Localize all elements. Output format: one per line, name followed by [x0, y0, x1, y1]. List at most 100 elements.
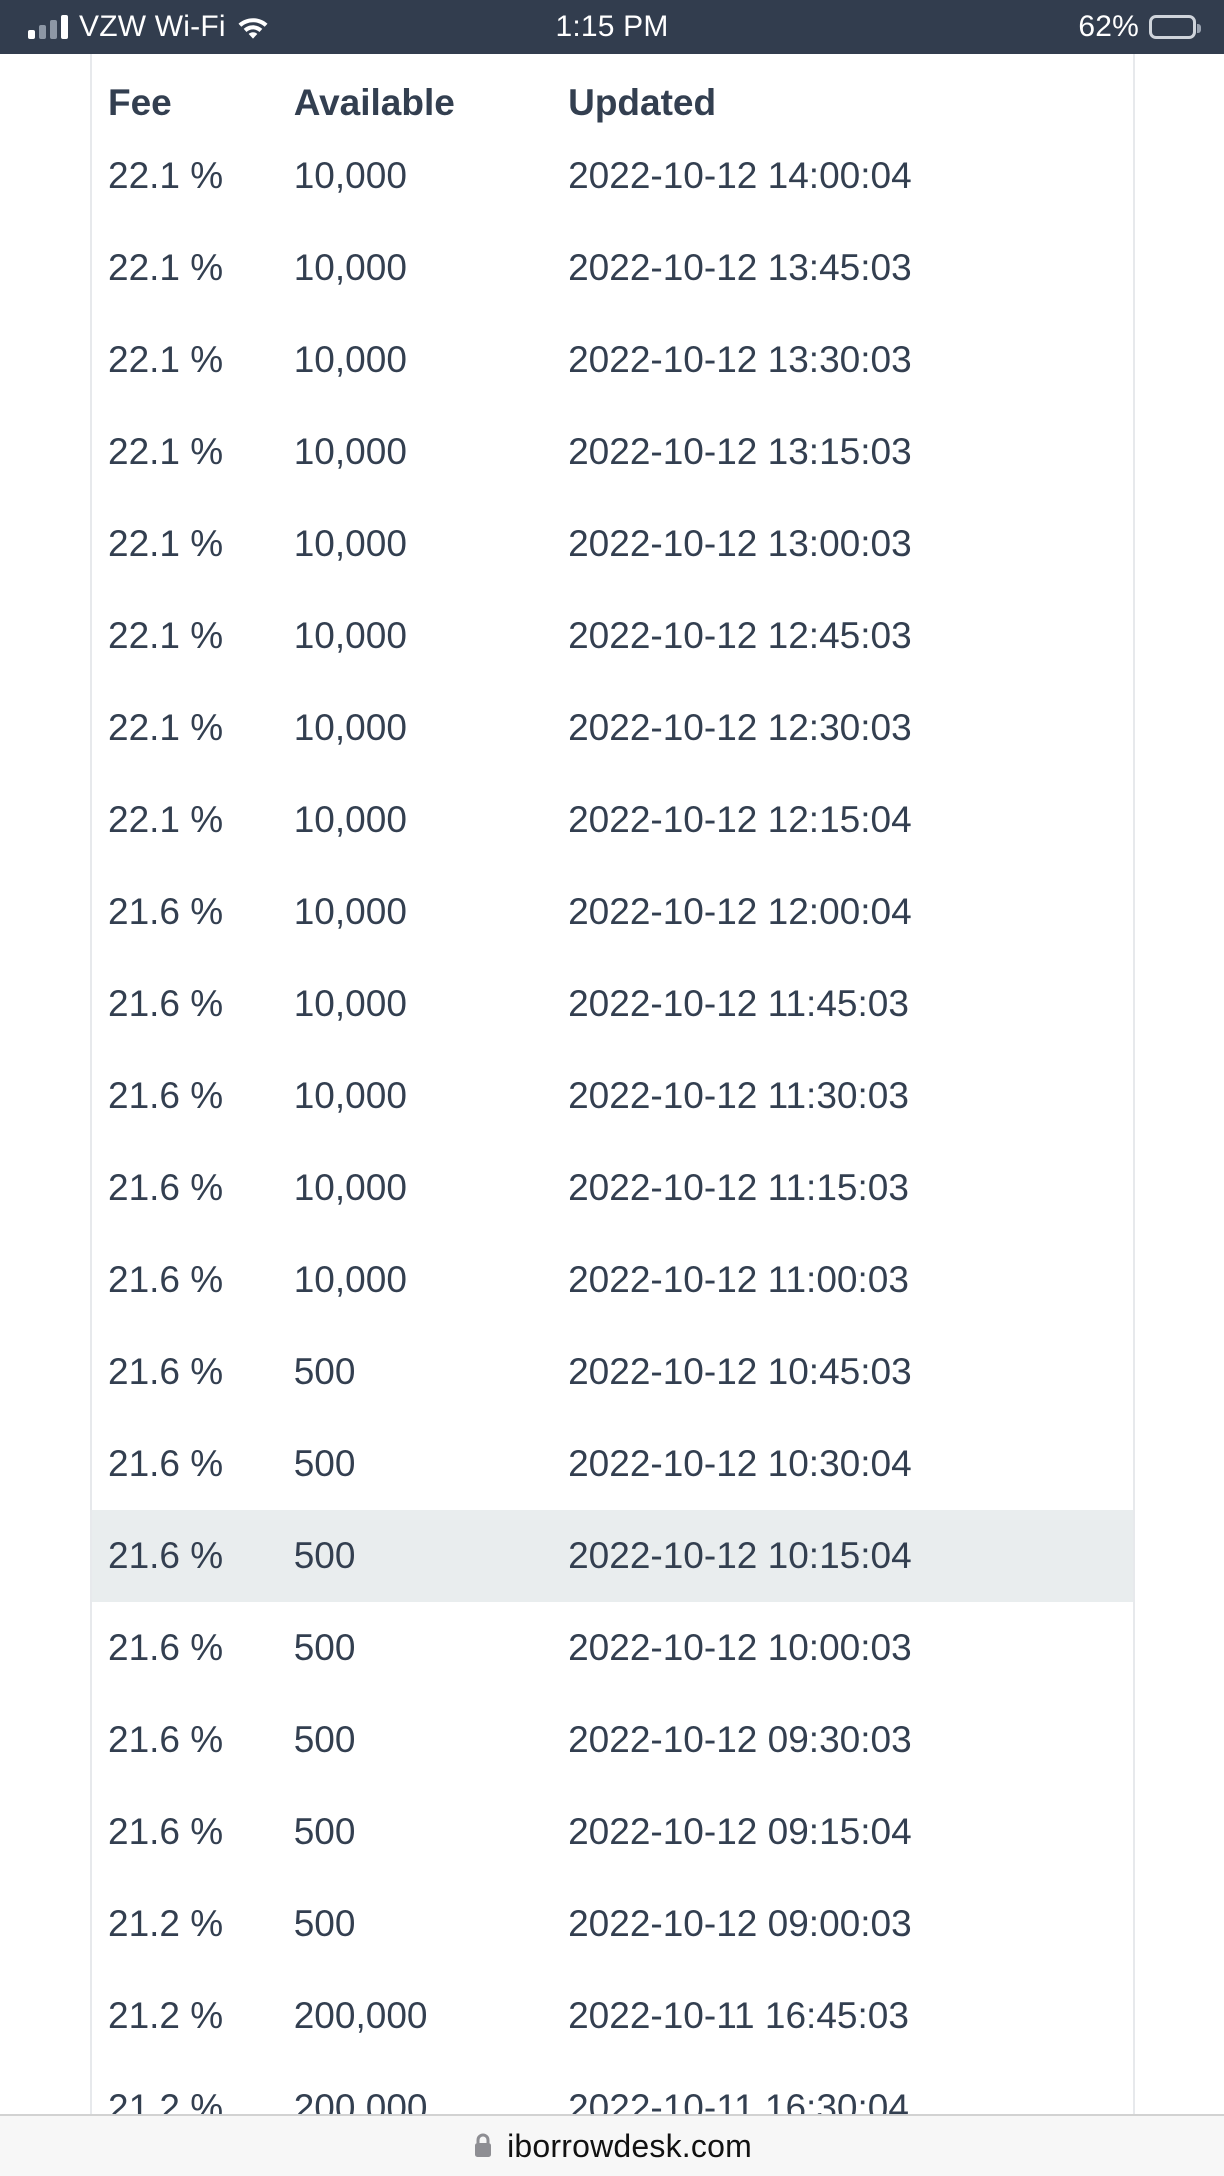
table-row[interactable]: 21.6 % 500 2022-10-12 09:30:03: [92, 1694, 1133, 1786]
cell-available: 200,000: [293, 2087, 428, 2114]
table-row[interactable]: 22.1 % 10,000 2022-10-12 14:00:04: [92, 130, 1133, 222]
cell-fee: 21.6 %: [108, 1167, 224, 1208]
battery-percent-label: 62%: [1078, 10, 1139, 43]
cell-updated: 2022-10-12 10:00:03: [568, 1627, 912, 1668]
cell-updated: 2022-10-12 12:45:03: [568, 615, 912, 656]
cell-fee: 21.2 %: [108, 1903, 224, 1944]
table-row[interactable]: 21.6 % 10,000 2022-10-12 11:15:03: [92, 1142, 1133, 1234]
table-row[interactable]: 21.2 % 500 2022-10-12 09:00:03: [92, 1878, 1133, 1970]
cell-updated: 2022-10-12 11:00:03: [568, 1259, 909, 1300]
cell-updated: 2022-10-12 13:30:03: [568, 339, 912, 380]
cell-available: 10,000: [293, 523, 407, 564]
cell-updated: 2022-10-12 11:45:03: [568, 983, 909, 1024]
cell-available: 500: [293, 1627, 356, 1668]
cell-fee: 22.1 %: [108, 523, 224, 564]
table-row[interactable]: 22.1 % 10,000 2022-10-12 12:45:03: [92, 590, 1133, 682]
cell-fee: 22.1 %: [108, 799, 224, 840]
cell-updated: 2022-10-12 09:00:03: [568, 1903, 912, 1944]
cell-updated: 2022-10-12 10:30:04: [568, 1443, 912, 1484]
status-bar-left: VZW Wi-Fi: [28, 10, 269, 44]
column-header-available[interactable]: Available: [294, 54, 568, 130]
cell-fee: 21.6 %: [108, 1627, 224, 1668]
cell-available: 500: [293, 1719, 356, 1760]
table-row[interactable]: 21.6 % 10,000 2022-10-12 11:45:03: [92, 958, 1133, 1050]
cell-available: 500: [293, 1351, 356, 1392]
cell-available: 10,000: [293, 891, 407, 932]
status-bar-right: 62%: [1078, 10, 1201, 44]
table-row[interactable]: 22.1 % 10,000 2022-10-12 13:45:03: [92, 222, 1133, 314]
cell-fee: 22.1 %: [108, 155, 224, 196]
cell-fee: 22.1 %: [108, 707, 224, 748]
cell-fee: 21.6 %: [108, 1075, 224, 1116]
cell-fee: 21.6 %: [108, 983, 224, 1024]
cell-updated: 2022-10-12 12:15:04: [568, 799, 912, 840]
cell-updated: 2022-10-12 09:30:03: [568, 1719, 912, 1760]
cell-available: 500: [293, 1903, 356, 1944]
cell-fee: 22.1 %: [108, 431, 224, 472]
battery-icon: [1149, 15, 1201, 39]
cell-fee: 21.2 %: [108, 1995, 224, 2036]
cell-available: 10,000: [293, 431, 407, 472]
cell-available: 10,000: [293, 1259, 407, 1300]
cell-fee: 21.6 %: [108, 1811, 224, 1852]
short-availability-table: Fee Available Updated 22.1 % 10,000 2022-1…: [92, 54, 1133, 2114]
cell-available: 10,000: [293, 247, 407, 288]
table-row[interactable]: 21.6 % 10,000 2022-10-12 11:30:03: [92, 1050, 1133, 1142]
cell-fee: 22.1 %: [108, 247, 224, 288]
site-url-label[interactable]: iborrowdesk.com: [507, 2128, 752, 2165]
cell-available: 10,000: [293, 983, 407, 1024]
cell-available: 10,000: [293, 1075, 407, 1116]
signal-bars-icon: [28, 15, 68, 39]
wifi-icon: [237, 15, 269, 39]
cell-available: 10,000: [293, 615, 407, 656]
cell-available: 500: [293, 1443, 356, 1484]
table-row[interactable]: 21.6 % 10,000 2022-10-12 12:00:04: [92, 866, 1133, 958]
table-row[interactable]: 22.1 % 10,000 2022-10-12 13:30:03: [92, 314, 1133, 406]
cell-available: 10,000: [293, 1167, 407, 1208]
cell-fee: 21.6 %: [108, 1351, 224, 1392]
cell-updated: 2022-10-12 11:30:03: [568, 1075, 909, 1116]
cell-updated: 2022-10-12 12:00:04: [568, 891, 912, 932]
cell-available: 10,000: [293, 799, 407, 840]
table-row[interactable]: 21.6 % 500 2022-10-12 10:00:03: [92, 1602, 1133, 1694]
table-row[interactable]: 22.1 % 10,000 2022-10-12 12:15:04: [92, 774, 1133, 866]
table-row[interactable]: 21.2 % 200,000 2022-10-11 16:30:04: [92, 2062, 1133, 2114]
cell-available: 500: [293, 1510, 569, 1602]
table-row[interactable]: 22.1 % 10,000 2022-10-12 13:00:03: [92, 498, 1133, 590]
cell-fee: 21.6 %: [92, 1510, 294, 1602]
cell-available: 10,000: [293, 155, 407, 196]
column-header-fee[interactable]: Fee: [92, 54, 294, 130]
cell-updated: 2022-10-12 12:30:03: [568, 707, 912, 748]
table-body: 22.1 % 10,000 2022-10-12 14:00:04 22.1 % 10,…: [92, 130, 1133, 2114]
table-header-row: Fee Available Updated: [92, 54, 1133, 130]
table-row[interactable]: 21.6 % 500 2022-10-12 09:15:04: [92, 1786, 1133, 1878]
cell-available: 200,000: [293, 1995, 428, 2036]
table-row[interactable]: 21.6 % 10,000 2022-10-12 11:00:03: [92, 1234, 1133, 1326]
table-row[interactable]: 21.6 % 500 2022-10-12 10:45:03: [92, 1326, 1133, 1418]
table-row[interactable]: 21.6 % 500 2022-10-12 10:30:04: [92, 1418, 1133, 1510]
cell-fee: 22.1 %: [108, 339, 224, 380]
column-header-updated[interactable]: Updated: [568, 54, 1133, 130]
cell-fee: 21.2 %: [108, 2087, 224, 2114]
lock-icon: [472, 2132, 494, 2160]
cell-updated: 2022-10-11 16:30:04: [568, 2087, 909, 2114]
table-header: Fee Available Updated: [92, 54, 1133, 130]
cell-updated: 2022-10-12 10:45:03: [568, 1351, 912, 1392]
table-row[interactable]: 22.1 % 10,000 2022-10-12 13:15:03: [92, 406, 1133, 498]
cell-available: 500: [293, 1811, 356, 1852]
table-container[interactable]: Fee Available Updated 22.1 % 10,000 2022-1…: [90, 54, 1135, 2114]
browser-bottom-bar: iborrowdesk.com: [0, 2114, 1224, 2176]
table-row[interactable]: 22.1 % 10,000 2022-10-12 12:30:03: [92, 682, 1133, 774]
cell-fee: 21.6 %: [108, 1719, 224, 1760]
cell-fee: 21.6 %: [108, 1443, 224, 1484]
cell-fee: 22.1 %: [108, 615, 224, 656]
cell-updated: 2022-10-11 16:45:03: [568, 1995, 909, 2036]
table-row[interactable]: 21.2 % 200,000 2022-10-11 16:45:03: [92, 1970, 1133, 2062]
carrier-label: VZW Wi-Fi: [79, 10, 226, 43]
cell-updated: 2022-10-12 11:15:03: [568, 1167, 909, 1208]
table-row[interactable]: 21.6 % 500 2022-10-12 10:15:04: [92, 1510, 1133, 1602]
cell-updated: 2022-10-12 13:15:03: [568, 431, 912, 472]
cell-updated: 2022-10-12 13:00:03: [568, 523, 912, 564]
cell-updated: 2022-10-12 10:15:04: [568, 1510, 1133, 1602]
cell-fee: 21.6 %: [108, 891, 224, 932]
